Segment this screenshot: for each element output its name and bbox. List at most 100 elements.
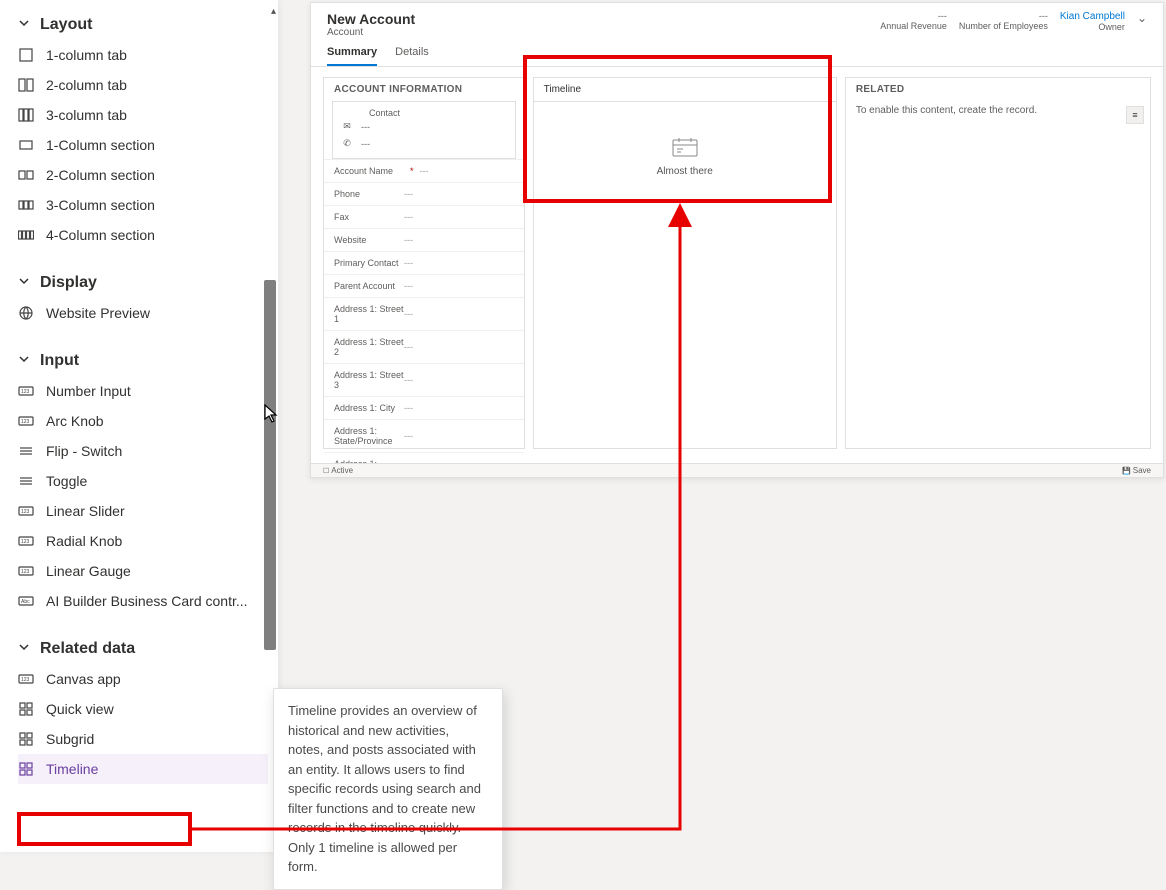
form-field[interactable]: Address 1: Street 2--- — [324, 330, 524, 363]
col1-icon — [18, 47, 34, 63]
footer-save[interactable]: 💾 Save — [1122, 466, 1151, 475]
num-icon: 123 — [18, 413, 34, 429]
form-field[interactable]: Address 1: State/Province--- — [324, 419, 524, 452]
sec2-icon — [18, 167, 34, 183]
scroll-up-icon[interactable]: ▴ — [271, 6, 276, 17]
sidebar-item-linear-gauge[interactable]: 123 Linear Gauge — [18, 556, 268, 586]
field-value: --- — [404, 281, 413, 291]
chevron-down-icon — [18, 640, 30, 658]
sidebar-item-flip-switch[interactable]: Flip - Switch — [18, 436, 268, 466]
form-tab-details[interactable]: Details — [395, 42, 429, 66]
field-value: --- — [404, 403, 413, 413]
svg-text:123: 123 — [21, 509, 30, 515]
sidebar-item-label: Linear Slider — [46, 503, 125, 519]
field-value: --- — [404, 189, 413, 199]
sidebar-item-label: Website Preview — [46, 305, 150, 321]
sidebar-section-title: Input — [40, 352, 79, 370]
field-label: Address 1: Street 2 — [334, 337, 404, 357]
sidebar-item-label: Linear Gauge — [46, 563, 131, 579]
field-label: Parent Account — [334, 281, 404, 291]
field-label: Fax — [334, 212, 404, 222]
sidebar-section-title: Layout — [40, 16, 92, 34]
sec1-icon — [18, 137, 34, 153]
sidebar-item-label: 4-Column section — [46, 227, 155, 243]
sidebar-item-label: Number Input — [46, 383, 131, 399]
sidebar-item-label: 1-column tab — [46, 47, 127, 63]
sec3-icon — [18, 197, 34, 213]
field-value: --- — [404, 375, 413, 385]
form-entity: Account — [327, 27, 415, 38]
num-icon: 123 — [18, 671, 34, 687]
sidebar-scrollbar[interactable] — [264, 280, 276, 650]
form-field[interactable]: Address 1: City--- — [324, 396, 524, 419]
sidebar-section-header[interactable]: Display — [18, 264, 268, 298]
sidebar-section-title: Related data — [40, 640, 135, 658]
svg-text:123: 123 — [21, 569, 30, 575]
mail-icon: ✉ — [341, 121, 353, 132]
contact-card: Contact ✉--- ✆--- — [332, 101, 516, 159]
field-value: --- — [404, 309, 413, 319]
form-field[interactable]: Website--- — [324, 228, 524, 251]
meta-owner-value: Kian Campbell — [1060, 11, 1125, 22]
sidebar-item-label: 2-Column section — [46, 167, 155, 183]
sidebar-item-linear-slider[interactable]: 123 Linear Slider — [18, 496, 268, 526]
form-field[interactable]: Account Name*--- — [324, 159, 524, 182]
meta-owner-label: Owner — [1060, 22, 1125, 32]
chevron-down-icon[interactable]: ⌄ — [1137, 11, 1147, 32]
sidebar-section-header[interactable]: Related data — [18, 630, 268, 664]
field-label: Primary Contact — [334, 258, 404, 268]
sidebar-item-label: Flip - Switch — [46, 443, 122, 459]
field-value: --- — [420, 166, 429, 176]
sidebar-item-canvas-app[interactable]: 123 Canvas app — [18, 664, 268, 694]
form-field[interactable]: Phone--- — [324, 182, 524, 205]
grid-icon — [18, 731, 34, 747]
sec4-icon — [18, 227, 34, 243]
sidebar-item-arc-knob[interactable]: 123 Arc Knob — [18, 406, 268, 436]
sidebar-item-3-column-section[interactable]: 3-Column section — [18, 190, 268, 220]
sidebar-item-label: 3-column tab — [46, 107, 127, 123]
sidebar-item-quick-view[interactable]: Quick view — [18, 694, 268, 724]
form-field[interactable]: Fax--- — [324, 205, 524, 228]
field-label: Address 1: City — [334, 403, 404, 413]
globe-icon — [18, 305, 34, 321]
timeline-title: Timeline — [534, 78, 836, 102]
sidebar-item-label: Canvas app — [46, 671, 121, 687]
field-value: --- — [404, 212, 413, 222]
sidebar-item-label: 1-Column section — [46, 137, 155, 153]
sidebar-item-2-column-section[interactable]: 2-Column section — [18, 160, 268, 190]
form-field[interactable]: Parent Account--- — [324, 274, 524, 297]
chevron-down-icon — [18, 16, 30, 34]
timeline-column: Timeline Almost there — [533, 77, 837, 449]
sidebar-section-title: Display — [40, 274, 97, 292]
related-menu-icon[interactable]: ≡ — [1126, 106, 1144, 124]
sidebar-item-ai-builder-business-card-contr[interactable]: AbcAI Builder Business Card contr... — [18, 586, 268, 616]
num-icon: 123 — [18, 563, 34, 579]
sidebar-item-timeline[interactable]: Timeline — [18, 754, 268, 784]
sidebar-item-4-column-section[interactable]: 4-Column section — [18, 220, 268, 250]
field-value: --- — [404, 235, 413, 245]
form-field[interactable]: Address 1: Street 3--- — [324, 363, 524, 396]
sidebar-item-radial-knob[interactable]: 123Radial Knob — [18, 526, 268, 556]
sidebar-item-1-column-section[interactable]: 1-Column section — [18, 130, 268, 160]
meta-employees-value: --- — [959, 11, 1048, 21]
sidebar-item-toggle[interactable]: Toggle — [18, 466, 268, 496]
sidebar-section-header[interactable]: Input — [18, 342, 268, 376]
sidebar-item-number-input[interactable]: 123Number Input — [18, 376, 268, 406]
form-field[interactable]: Address 1: Street 1--- — [324, 297, 524, 330]
form-tab-summary[interactable]: Summary — [327, 42, 377, 66]
sidebar-section-header[interactable]: Layout — [18, 6, 268, 40]
sidebar-item-website-preview[interactable]: Website Preview — [18, 298, 268, 328]
sidebar-item-2-column-tab[interactable]: 2-column tab — [18, 70, 268, 100]
sidebar-item-label: Arc Knob — [46, 413, 104, 429]
form-field[interactable]: Primary Contact--- — [324, 251, 524, 274]
sidebar-item-1-column-tab[interactable]: 1-column tab — [18, 40, 268, 70]
sidebar-item-label: AI Builder Business Card contr... — [46, 593, 248, 609]
account-info-title: ACCOUNT INFORMATION — [324, 78, 524, 101]
timeline-tooltip: Timeline provides an overview of histori… — [273, 688, 503, 890]
field-label: Address 1: Street 3 — [334, 370, 404, 390]
sidebar-item-3-column-tab[interactable]: 3-column tab — [18, 100, 268, 130]
sidebar-item-subgrid[interactable]: Subgrid — [18, 724, 268, 754]
required-indicator: * — [410, 166, 414, 176]
related-column: RELATED ≡ To enable this content, create… — [845, 77, 1151, 449]
meta-annual-revenue-label: Annual Revenue — [880, 21, 947, 31]
